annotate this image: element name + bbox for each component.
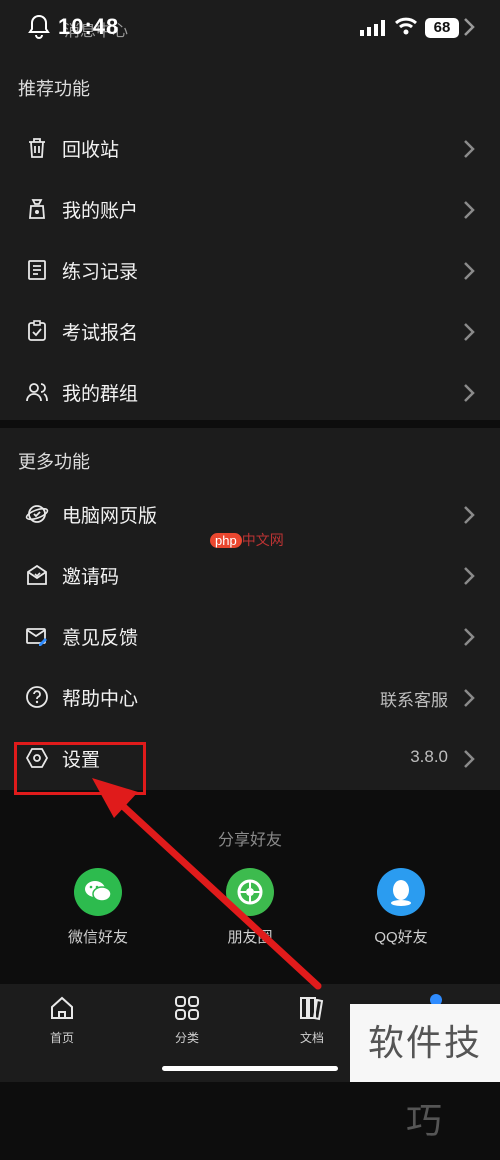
corner-watermark: 软件技巧 bbox=[350, 1004, 500, 1141]
php-badge: php bbox=[210, 533, 242, 548]
php-watermark: php 中文网 bbox=[210, 530, 284, 550]
php-site-text: 中文网 bbox=[241, 532, 284, 548]
